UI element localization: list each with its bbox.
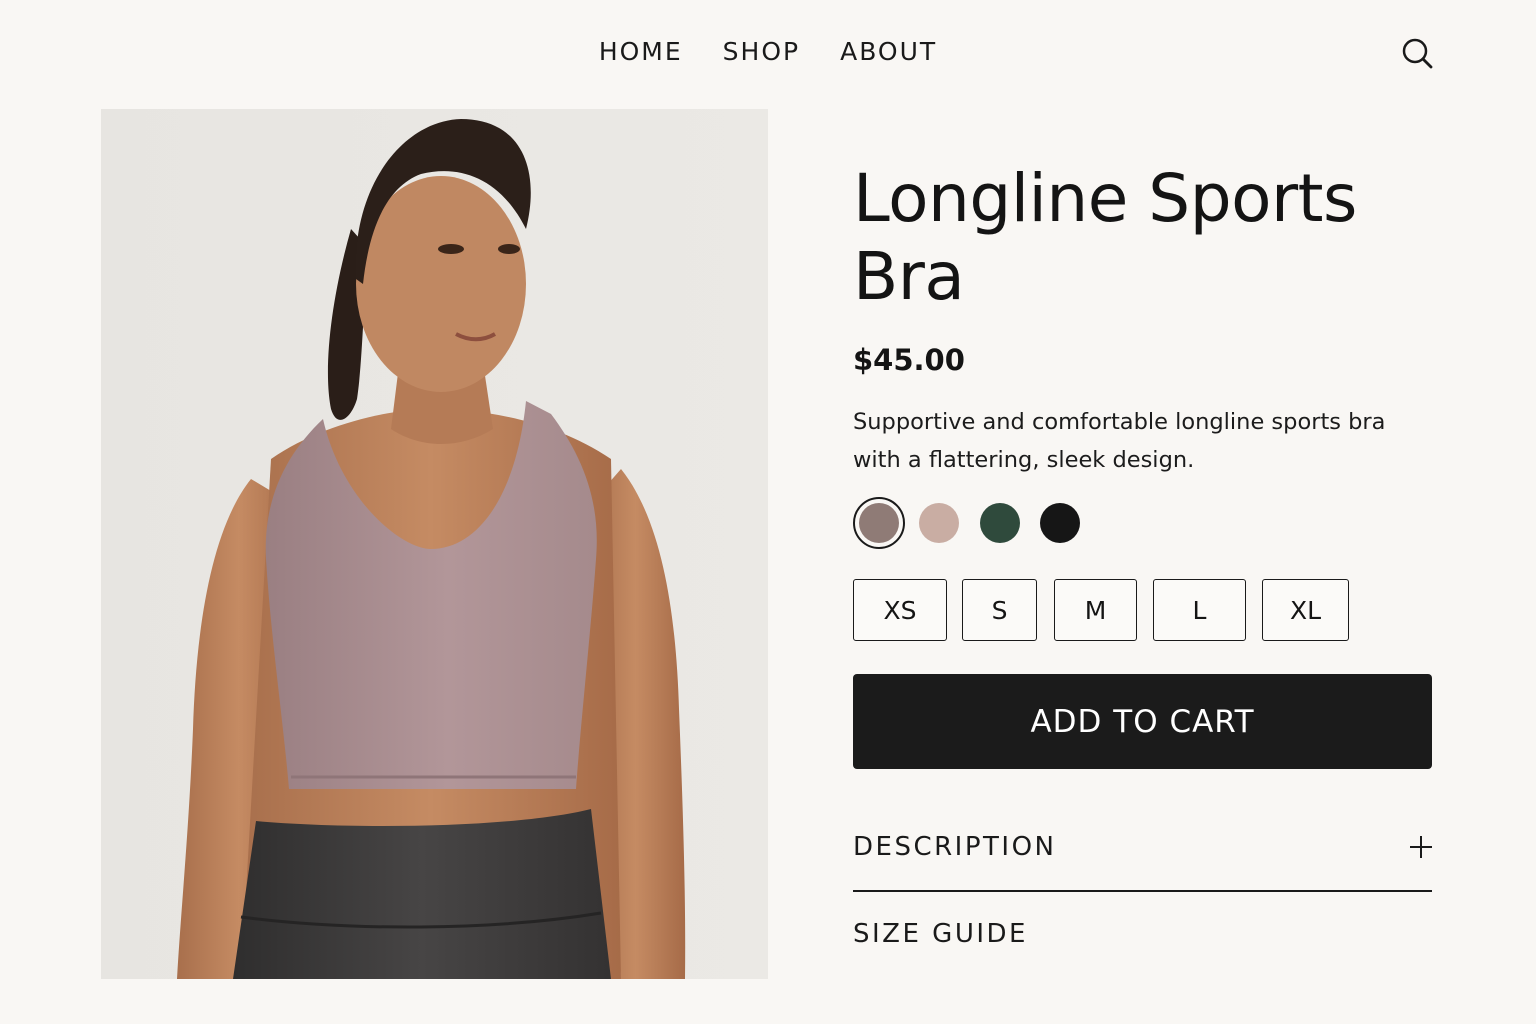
product-description: Supportive and comfortable longline spor…	[853, 409, 1386, 473]
product-image	[101, 109, 768, 979]
description-accordion[interactable]: DESCRIPTION	[853, 817, 1432, 877]
size-l-button[interactable]: L	[1153, 579, 1246, 641]
search-button[interactable]	[1400, 36, 1434, 70]
nav-shop-link[interactable]: SHOP	[723, 34, 800, 70]
size-xl-button[interactable]: XL	[1262, 579, 1349, 641]
size-s-button[interactable]: S	[962, 579, 1037, 641]
product-details: Longline Sports Bra $45.00 Supportive an…	[853, 160, 1433, 479]
color-swatch-black[interactable]	[1040, 503, 1080, 543]
product-page: HOME SHOP ABOUT Longline Sports Bra $45.…	[0, 0, 1536, 1024]
top-nav: HOME SHOP ABOUT	[0, 34, 1536, 70]
size-m-button[interactable]: M	[1054, 579, 1137, 641]
color-swatch-blush[interactable]	[919, 503, 959, 543]
add-to-cart-button[interactable]: ADD TO CART	[853, 674, 1432, 769]
accordion-divider	[853, 890, 1432, 892]
size-guide-accordion-label: SIZE GUIDE	[853, 919, 1028, 949]
product-price: $45.00	[853, 343, 965, 377]
color-swatch-green[interactable]	[980, 503, 1020, 543]
search-icon	[1402, 38, 1433, 69]
color-swatch-mauve[interactable]	[853, 497, 905, 549]
product-title: Longline Sports Bra	[853, 160, 1357, 315]
nav-about-link[interactable]: ABOUT	[840, 34, 937, 70]
model-photo	[101, 109, 768, 979]
size-xs-button[interactable]: XS	[853, 579, 947, 641]
size-guide-accordion[interactable]: SIZE GUIDE	[853, 904, 1432, 964]
plus-icon[interactable]	[1410, 836, 1432, 858]
nav-home-link[interactable]: HOME	[599, 34, 683, 70]
description-accordion-label: DESCRIPTION	[853, 832, 1057, 862]
